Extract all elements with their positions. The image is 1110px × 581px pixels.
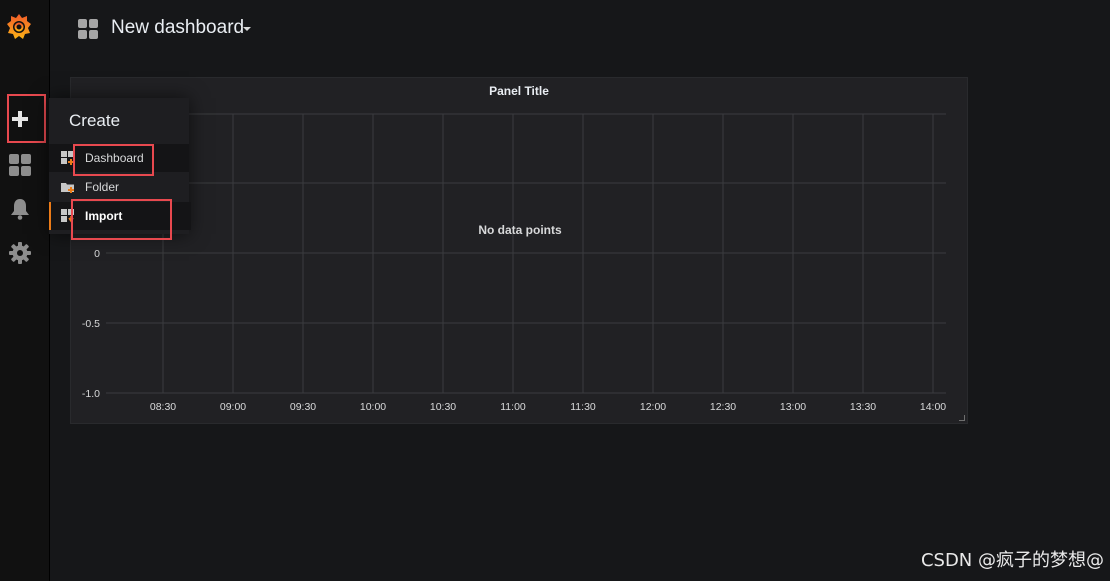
x-tick-label: 10:00 [360,401,386,413]
gear-icon[interactable] [8,241,32,265]
bell-icon[interactable] [8,197,32,221]
x-tick-label: 08:30 [150,401,176,413]
dashboard-highlight-box [73,144,154,176]
graph-panel[interactable]: Panel Title 08:30 09:00 09:30 10:00 10:30 11:… [70,77,968,424]
create-menu-header[interactable]: Create [49,98,189,142]
grafana-logo-icon[interactable] [5,11,33,43]
menu-item-label: Folder [85,180,120,194]
x-tick-label: 13:00 [780,401,806,413]
dashboard-navbar: New dashboard [49,0,1110,56]
dashboard-title-button[interactable]: New dashboard [111,17,244,39]
x-tick-label: 12:30 [710,401,736,413]
x-tick-label: 13:30 [850,401,876,413]
menu-item-folder[interactable]: Folder [49,173,189,201]
y-tick-label: 0 [94,248,100,260]
dashboard-grid-icon [78,19,98,39]
x-tick-label: 14:00 [920,401,946,413]
dashboards-grid-icon[interactable] [8,153,32,177]
y-tick-label: -0.5 [82,318,100,330]
import-highlight-box [71,199,172,240]
sidebar [0,0,50,581]
no-data-message: No data points [478,223,562,237]
x-tick-label: 09:30 [290,401,316,413]
x-tick-label: 12:00 [640,401,666,413]
graph-area: 08:30 09:00 09:30 10:00 10:30 11:00 11:30 12:00… [82,113,946,413]
caret-down-icon[interactable] [243,27,251,31]
x-tick-label: 11:00 [500,401,526,413]
create-highlight-box [7,94,46,143]
x-tick-label: 11:30 [570,401,596,413]
watermark-text: CSDN @疯子的梦想@ [920,550,1104,571]
x-tick-label: 10:30 [430,401,456,413]
y-tick-label: -1.0 [82,388,100,400]
resize-handle-icon[interactable] [959,415,965,421]
folder-add-icon [61,183,74,193]
x-tick-label: 09:00 [220,401,246,413]
